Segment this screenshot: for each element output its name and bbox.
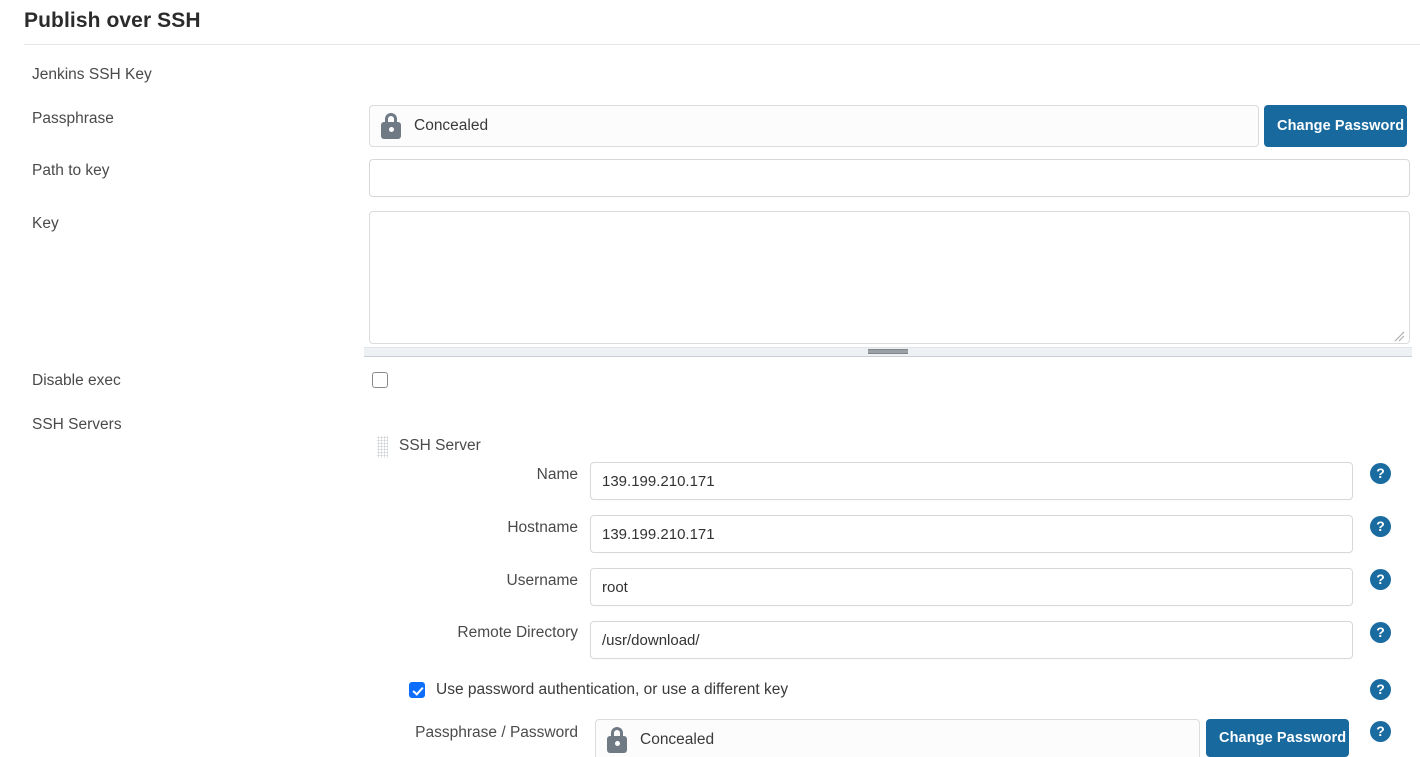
path-to-key-label: Path to key bbox=[32, 162, 110, 179]
jenkins-ssh-key-section-label: Jenkins SSH Key bbox=[32, 66, 152, 83]
ssh-server-name-help-icon[interactable]: ? bbox=[1370, 463, 1391, 484]
ssh-servers-label: SSH Servers bbox=[32, 416, 122, 433]
passphrase-concealed-text: Concealed bbox=[414, 117, 489, 134]
key-textarea[interactable] bbox=[369, 211, 1410, 344]
key-textarea-drag-bar[interactable] bbox=[364, 347, 1412, 357]
ssh-server-hostname-label: Hostname bbox=[507, 519, 578, 536]
ssh-server-username-label: Username bbox=[506, 572, 579, 589]
ssh-server-name-input[interactable] bbox=[590, 462, 1353, 500]
disable-exec-label: Disable exec bbox=[32, 372, 121, 389]
path-to-key-input[interactable] bbox=[369, 159, 1410, 197]
ssh-server-username-help-icon[interactable]: ? bbox=[1370, 569, 1391, 590]
ssh-server-passphrase-concealed-text: Concealed bbox=[640, 731, 715, 748]
page-title: Publish over SSH bbox=[24, 9, 201, 32]
drag-dots-icon[interactable] bbox=[377, 436, 388, 458]
publish-over-ssh-page: Publish over SSH Jenkins SSH Key Passphr… bbox=[0, 0, 1420, 757]
ssh-server-username-input[interactable] bbox=[590, 568, 1353, 606]
ssh-server-passphrase-concealed-field[interactable]: Concealed bbox=[595, 719, 1200, 757]
key-label: Key bbox=[32, 215, 59, 232]
title-divider bbox=[24, 44, 1420, 45]
ssh-server-name-label: Name bbox=[536, 466, 578, 483]
ssh-server-passphrase-help-icon[interactable]: ? bbox=[1370, 721, 1391, 742]
ssh-server-remote-directory-label: Remote Directory bbox=[457, 624, 578, 641]
use-password-auth-checkbox[interactable] bbox=[409, 682, 425, 698]
passphrase-concealed-field[interactable]: Concealed bbox=[369, 105, 1259, 147]
lock-icon bbox=[380, 113, 402, 139]
passphrase-change-password-button[interactable]: Change Password bbox=[1264, 105, 1407, 147]
ssh-server-remote-directory-help-icon[interactable]: ? bbox=[1370, 622, 1391, 643]
use-password-auth-help-icon[interactable]: ? bbox=[1370, 679, 1391, 700]
passphrase-label: Passphrase bbox=[32, 110, 114, 127]
ssh-server-passphrase-password-label: Passphrase / Password bbox=[415, 724, 578, 741]
ssh-server-hostname-input[interactable] bbox=[590, 515, 1353, 553]
ssh-server-block-title: SSH Server bbox=[399, 437, 481, 454]
drag-bar-grip-icon bbox=[868, 349, 908, 354]
disable-exec-checkbox[interactable] bbox=[372, 372, 388, 388]
ssh-server-hostname-help-icon[interactable]: ? bbox=[1370, 516, 1391, 537]
lock-icon bbox=[606, 727, 628, 753]
use-password-auth-label[interactable]: Use password authentication, or use a di… bbox=[436, 681, 788, 699]
ssh-server-change-password-button[interactable]: Change Password bbox=[1206, 719, 1349, 757]
ssh-server-remote-directory-input[interactable] bbox=[590, 621, 1353, 659]
